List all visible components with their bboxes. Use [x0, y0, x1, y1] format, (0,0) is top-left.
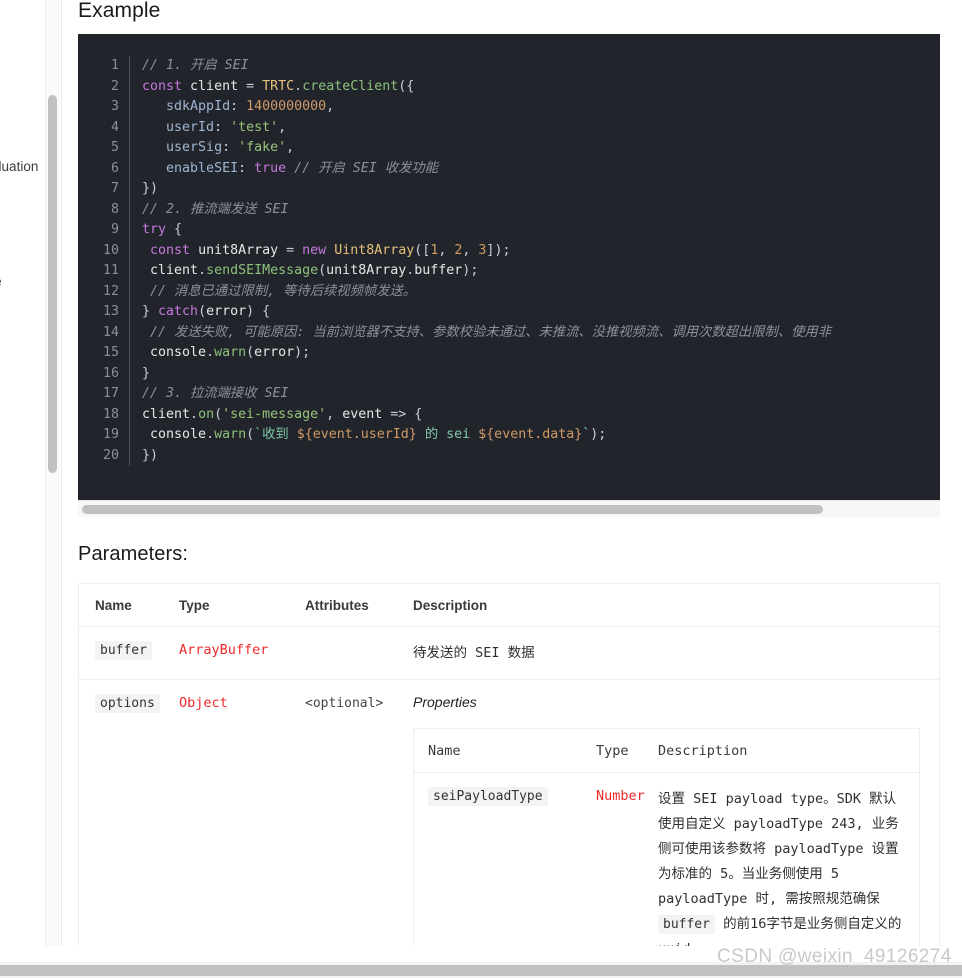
sidebar-item-list: Parameters: Returns: networkQualityEvalu…	[0, 0, 50, 292]
code-line: const client = TRTC.createClient({	[142, 78, 415, 94]
property-description: 设置 SEI payload type。SDK 默认使用自定义 payloadT…	[658, 791, 901, 946]
sidebar-item-parameters[interactable]: Parameters:	[0, 52, 50, 73]
line-number: 13	[102, 304, 119, 319]
param-name-cell: options	[79, 694, 179, 713]
code-line: client.on('sei-message', event => {	[142, 406, 423, 422]
line-number: 12	[102, 283, 119, 299]
line-number: 3	[110, 99, 119, 114]
sidebar-scrollbar-thumb[interactable]	[48, 95, 57, 473]
code-example-container: 1 2 3 4 5 6 7 8 9 10 11 12 13 14 15 16 1…	[78, 34, 940, 500]
line-number: 18	[102, 406, 119, 422]
line-number: 9	[110, 222, 119, 237]
sidebar-item-returns[interactable]: Returns:	[0, 73, 50, 94]
code-line: const unit8Array = new Uint8Array([1, 2,…	[150, 242, 511, 258]
code-line: }	[142, 365, 151, 381]
param-description-cell: Properties Name Type Description seiPayl…	[413, 694, 939, 946]
param-name: options	[95, 694, 160, 713]
line-number: 10	[102, 242, 119, 258]
line-number: 2	[110, 78, 119, 94]
code-line-numbers: 1 2 3 4 5 6 7 8 9 10 11 12 13 14 15 16 1…	[78, 56, 130, 466]
code-line: // 发送失败, 可能原因: 当前浏览器不支持、参数校验未通过、未推流、没推视频…	[150, 324, 840, 340]
documentation-page: Parameters: Returns: networkQualityEvalu…	[0, 0, 962, 978]
line-number: 11	[102, 263, 119, 278]
line-number: 19	[102, 427, 119, 442]
nested-table-row: seiPayloadType Number 设置 SEI payload typ…	[414, 773, 919, 946]
table-row: options Object <optional> Properties Nam…	[79, 680, 939, 946]
column-header-name: Name	[95, 598, 132, 613]
table-row: buffer ArrayBuffer 待发送的 SEI 数据	[79, 627, 939, 680]
example-heading: Example	[78, 0, 161, 22]
column-header-description: Description	[413, 598, 488, 613]
code-source: // 1. 开启 SEI const client = TRTC.createC…	[130, 56, 940, 466]
param-type: Object	[179, 695, 228, 711]
code-line: // 消息已通过限制, 等待后续视频帧发送。	[150, 283, 417, 299]
code-line: // 2. 推流端发送 SEI	[142, 201, 289, 217]
param-description: 待发送的 SEI 数据	[413, 645, 535, 661]
inline-code-buffer: buffer	[658, 915, 715, 934]
code-line: console.warn(error);	[150, 345, 311, 360]
code-line: })	[142, 181, 159, 196]
sidebar-item-set-sei-payload-type[interactable]: setSeiPayloadType	[0, 271, 50, 292]
line-number: 15	[102, 345, 119, 360]
code-line: enableSEI: true // 开启 SEI 收发功能	[166, 160, 438, 176]
parameters-table: Name Type Attributes Description buffer …	[78, 583, 940, 946]
line-number: 5	[110, 140, 119, 155]
description-text-part: 设置 SEI payload type。SDK 默认使用自定义 payloadT…	[658, 791, 899, 907]
line-number: 7	[110, 181, 119, 196]
code-line: console.warn(`收到 ${event.userId} 的 sei $…	[150, 427, 607, 442]
property-name-cell: seiPayloadType	[414, 787, 596, 806]
line-number: 17	[102, 386, 119, 401]
nested-column-header-description: Description	[658, 743, 748, 759]
code-horizontal-scrollbar-track[interactable]	[78, 500, 940, 517]
nested-column-header-type: Type	[596, 743, 629, 759]
line-number: 20	[102, 447, 119, 463]
code-line: sdkAppId: 1400000000,	[166, 99, 335, 114]
code-line: userId: 'test',	[166, 119, 287, 135]
code-horizontal-scrollbar-thumb[interactable]	[82, 505, 823, 514]
property-description-cell: 设置 SEI payload type。SDK 默认使用自定义 payloadT…	[658, 787, 919, 946]
property-type: Number	[596, 788, 645, 804]
code-line: } catch(error) {	[142, 304, 271, 319]
sidebar: Parameters: Returns: networkQualityEvalu…	[0, 0, 62, 946]
param-type-cell: ArrayBuffer	[179, 641, 305, 659]
sidebar-item-network-quality-evaluation[interactable]: networkQualityEvaluation	[0, 156, 50, 177]
nested-table-header-row: Name Type Description	[414, 729, 919, 773]
csdn-watermark: CSDN @weixin_49126274	[717, 946, 952, 967]
property-type-cell: Number	[596, 787, 658, 805]
line-number: 8	[110, 201, 119, 217]
line-number: 4	[110, 119, 119, 135]
code-line: try {	[142, 222, 183, 237]
table-header-row: Name Type Attributes Description	[79, 584, 939, 627]
code-line: // 3. 拉流端接收 SEI	[142, 386, 289, 401]
param-attributes-cell: <optional>	[305, 694, 413, 712]
param-name: buffer	[95, 641, 152, 660]
code-line: userSig: 'fake',	[166, 140, 295, 155]
code-line: // 1. 开启 SEI	[142, 58, 249, 73]
line-number: 6	[110, 160, 119, 176]
line-number: 14	[102, 324, 119, 340]
param-type-cell: Object	[179, 694, 305, 712]
code-line: client.sendSEIMessage(unit8Array.buffer)…	[150, 263, 479, 278]
param-type: ArrayBuffer	[179, 642, 269, 658]
line-number: 1	[110, 58, 119, 73]
column-header-type: Type	[179, 598, 210, 613]
column-header-attributes: Attributes	[305, 598, 369, 613]
param-name-cell: buffer	[79, 641, 179, 660]
param-attributes: <optional>	[305, 696, 384, 711]
property-name: seiPayloadType	[428, 787, 548, 806]
code-line: })	[142, 447, 159, 463]
line-number: 16	[102, 365, 119, 381]
code-block[interactable]: 1 2 3 4 5 6 7 8 9 10 11 12 13 14 15 16 1…	[78, 34, 940, 500]
properties-label: Properties	[413, 694, 477, 710]
nested-properties-container: Name Type Description seiPayloadType Num…	[413, 712, 925, 946]
nested-column-header-name: Name	[428, 743, 461, 759]
main-content: Example 1 2 3 4 5 6 7 8 9 10 11 12 13 14…	[62, 0, 962, 946]
parameters-heading: Parameters:	[78, 543, 189, 565]
param-description-cell: 待发送的 SEI 数据	[413, 641, 939, 665]
properties-table: Name Type Description seiPayloadType Num…	[413, 728, 920, 946]
